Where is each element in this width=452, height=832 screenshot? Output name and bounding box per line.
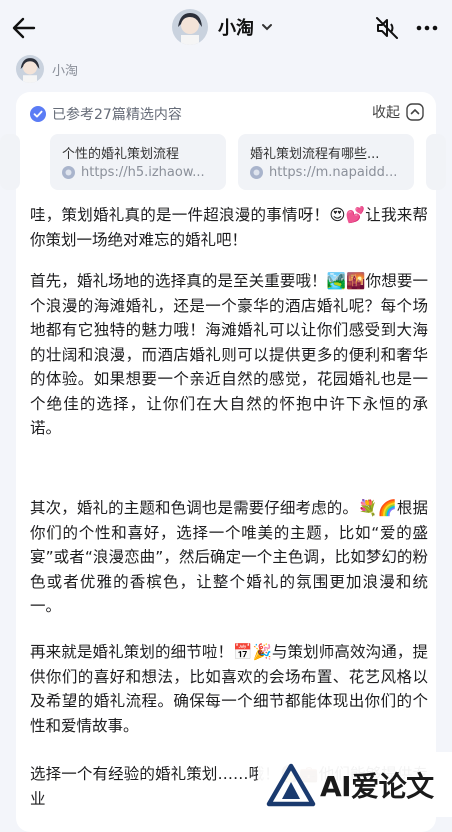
watermark-logo-icon: [266, 763, 316, 806]
source-card[interactable]: 婚礼策划流程有哪些... https://m.napaidd...: [238, 134, 414, 190]
source-card-partial[interactable]: [426, 134, 446, 190]
top-bar: 小淘: [0, 0, 452, 54]
speaker-muted-icon[interactable]: [374, 15, 400, 41]
collapse-label: 收起: [372, 105, 400, 121]
source-url: https://h5.izhaow...: [62, 165, 205, 180]
avatar: [16, 55, 44, 83]
source-url: https://m.napaidd...: [250, 165, 397, 180]
sender-name: 小淘: [52, 63, 79, 79]
message-paragraph: 哇，策划婚礼真的是一件超浪漫的事情呀！😍💕让我来帮你策划一场绝对难忘的婚礼吧！: [30, 206, 428, 249]
message-bubble: 已参考27篇精选内容 收起 个性的婚礼策划流程 https://h5.izhao…: [0, 92, 446, 832]
chat-title: 小淘: [218, 18, 254, 39]
arrow-left-icon[interactable]: [10, 14, 38, 42]
collapse-button[interactable]: 收起: [372, 102, 424, 122]
watermark-text: AI爱论文: [320, 769, 434, 803]
globe-icon: [62, 166, 75, 179]
watermark: AI爱论文: [258, 752, 452, 817]
references-count: 已参考27篇精选内容: [52, 107, 182, 123]
message-paragraph: 再来就是婚礼策划的细节啦！📅🎉与策划师高效沟通，提供你们的喜好和想法，比如喜欢的…: [30, 643, 428, 735]
message-paragraph: 首先，婚礼场地的选择真的是至关重要哦！🏞️🌇你想要一个浪漫的海滩婚礼，还是一个豪…: [30, 272, 428, 437]
chevron-down-icon[interactable]: [260, 20, 274, 34]
message-sender: 小淘: [16, 55, 78, 83]
chat-title-dropdown[interactable]: 小淘: [172, 8, 274, 46]
message-paragraph: 其次，婚礼的主题和色调也是需要仔细考虑的。💐🌈根据你们的个性和喜好，选择一个唯美…: [30, 499, 428, 615]
source-title: 个性的婚礼策划流程: [62, 147, 180, 162]
more-dots-icon[interactable]: [414, 15, 440, 41]
globe-icon: [250, 166, 263, 179]
source-card[interactable]: 个性的婚礼策划流程 https://h5.izhaow...: [50, 134, 226, 190]
check-circle-icon: [30, 106, 46, 122]
references-header: 已参考27篇精选内容 收起: [30, 102, 424, 126]
source-title: 婚礼策划流程有哪些...: [250, 147, 380, 162]
avatar: [172, 9, 208, 45]
source-card-partial[interactable]: [0, 134, 20, 190]
chevron-up-icon: [406, 103, 424, 121]
